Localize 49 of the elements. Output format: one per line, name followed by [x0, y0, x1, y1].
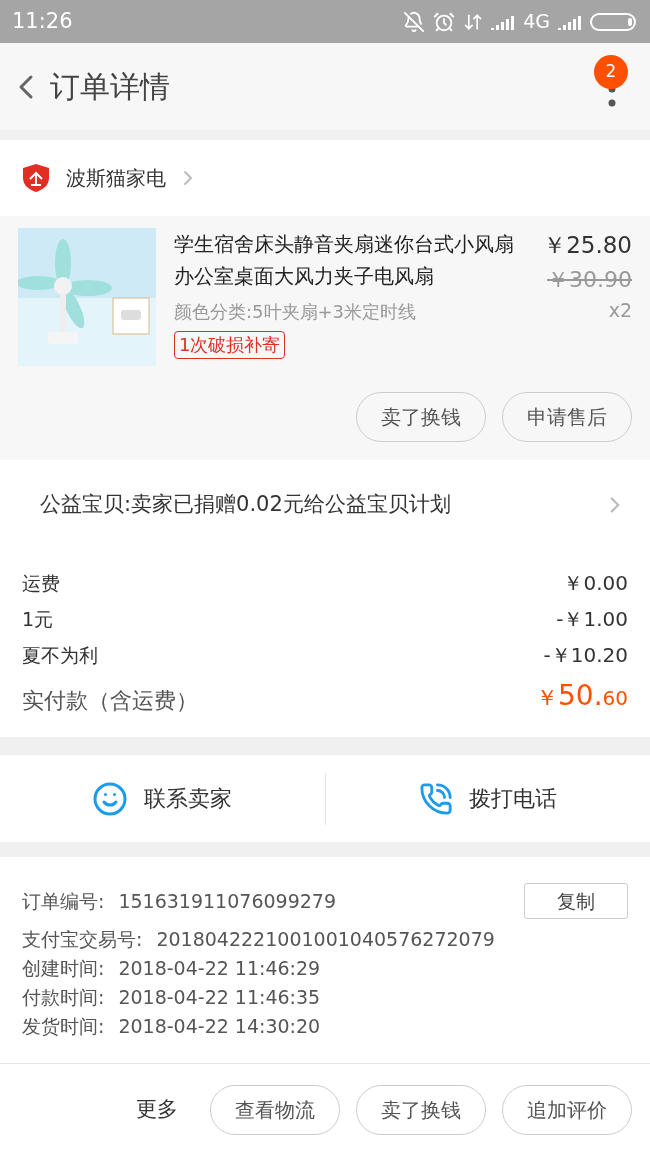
info-value: 151631911076099279 [118, 888, 336, 914]
phone-icon [418, 781, 453, 816]
info-label: 创建时间: [22, 956, 105, 982]
contact-button[interactable]: 联系卖家 [0, 755, 325, 842]
info-label: 发货时间: [22, 1014, 105, 1040]
item-original-price: ￥30.90 [547, 265, 632, 294]
shield-icon [22, 163, 50, 193]
item-price: ￥25.80 [543, 231, 632, 260]
item-tag: 1次破损补寄 [174, 331, 286, 359]
fee-label: 1元 [22, 606, 54, 632]
bell-off-icon [403, 10, 426, 33]
more-link[interactable]: 更多 [136, 1093, 178, 1126]
info-label: 付款时间: [22, 985, 105, 1011]
notification-badge: 2 [594, 54, 628, 89]
info-value: 2018-04-22 11:46:29 [118, 956, 321, 982]
chat-face-icon [92, 780, 129, 817]
item-spec: 颜色分类:5叶夹扇+3米定时线 [174, 300, 417, 324]
signal-icon [558, 13, 582, 30]
charity-text: 公益宝贝:卖家已捐赠0.02元给公益宝贝计划 [40, 490, 451, 518]
order-action-button[interactable]: 追加评价 [502, 1084, 632, 1135]
battery-icon [590, 11, 638, 32]
info-label: 支付宝交易号: [22, 927, 143, 953]
signal-icon [491, 13, 516, 30]
alarm-icon [433, 10, 456, 33]
contact-button[interactable]: 拨打电话 [325, 755, 650, 842]
shop-name: 波斯猫家电 [66, 165, 166, 192]
info-label: 订单编号: [22, 888, 105, 914]
info-value: 2018-04-22 14:30:20 [118, 1014, 321, 1040]
item-title[interactable]: 学生宿舍床头静音夹扇迷你台式小风扇办公室桌面大风力夹子电风扇 [174, 228, 514, 292]
info-value: 2018-04-22 11:46:35 [118, 985, 321, 1011]
fee-label: 运费 [22, 570, 60, 596]
fee-value: -￥1.00 [556, 606, 628, 633]
charity-row[interactable]: 公益宝贝:卖家已捐赠0.02元给公益宝贝计划 [0, 460, 650, 549]
network-type: 4G [523, 9, 550, 35]
item-quantity: x2 [608, 297, 632, 323]
page-title: 订单详情 [50, 68, 170, 106]
shop-row[interactable]: 波斯猫家电 [0, 140, 650, 216]
total-value: ￥50.60 [536, 678, 628, 714]
copy-button[interactable]: 复制 [524, 883, 628, 919]
fee-label: 夏不为利 [22, 642, 98, 668]
item-action-button[interactable]: 申请售后 [502, 392, 632, 442]
fee-value: -￥10.20 [543, 642, 628, 669]
info-value: 2018042221001001040576272079 [156, 927, 495, 953]
total-label: 实付款（含运费） [22, 687, 198, 715]
fee-value: ￥0.00 [563, 570, 628, 597]
order-action-button[interactable]: 查看物流 [210, 1084, 340, 1135]
item-action-button[interactable]: 卖了换钱 [356, 392, 486, 442]
status-time: 11:26 [12, 7, 73, 35]
order-action-button[interactable]: 卖了换钱 [356, 1084, 486, 1135]
